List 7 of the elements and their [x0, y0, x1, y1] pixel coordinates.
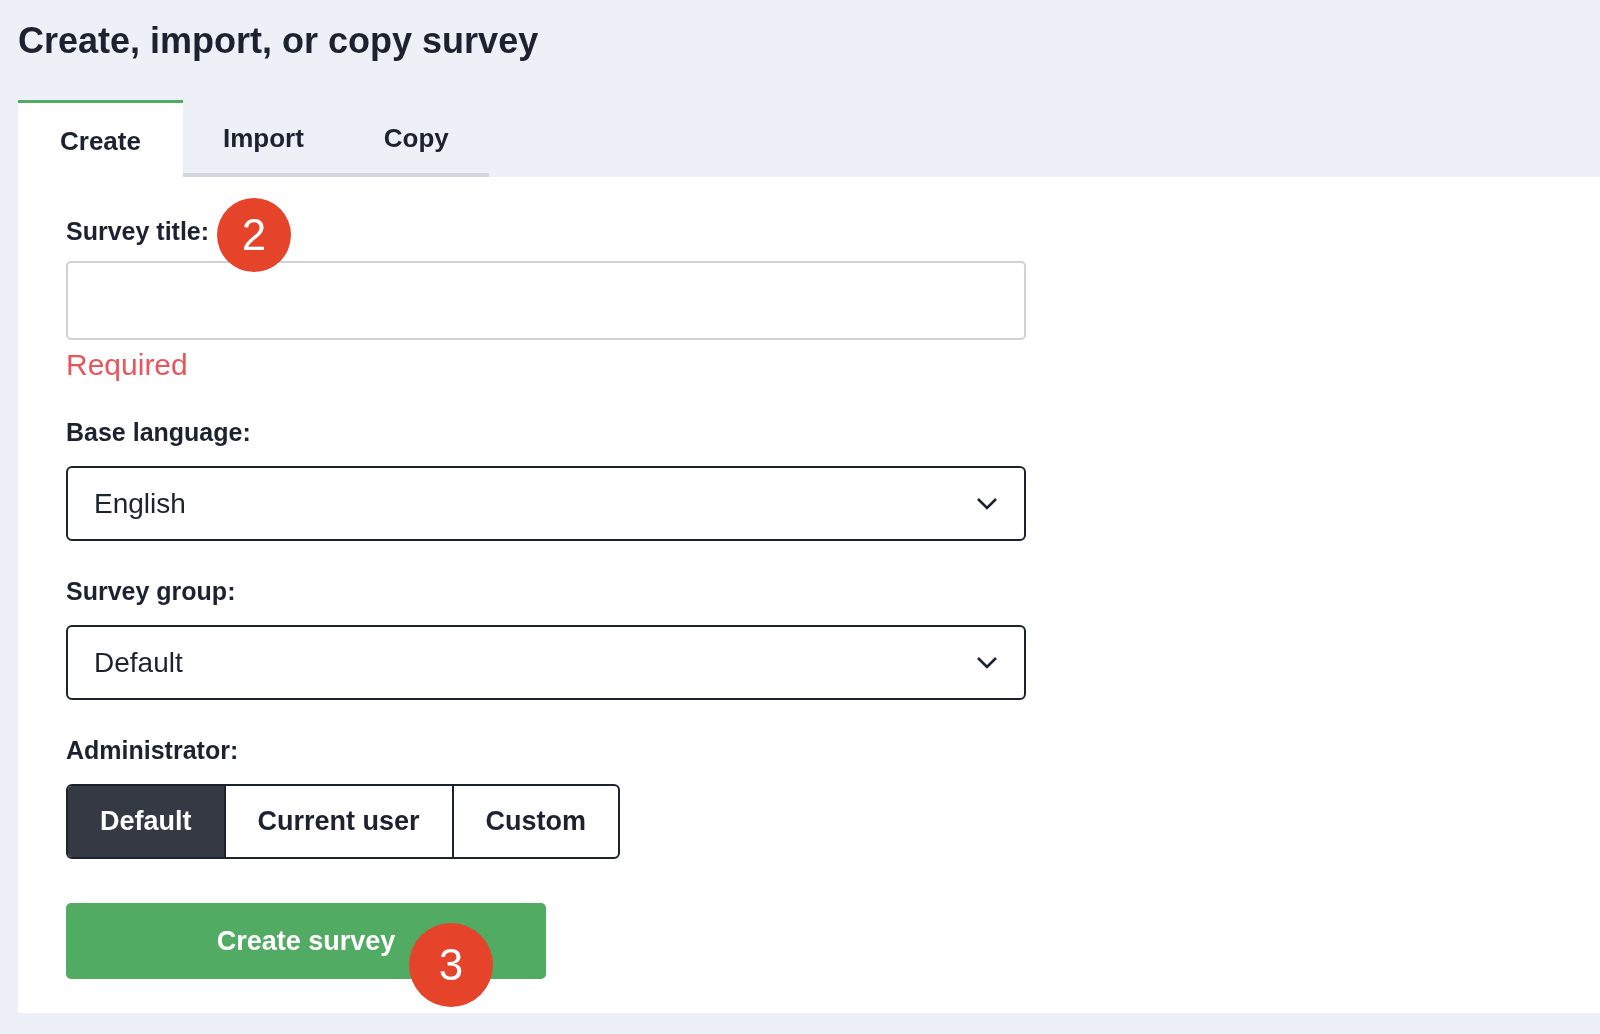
field-label: Survey group:	[66, 576, 236, 606]
step-number-tooltip: 3	[409, 923, 493, 1007]
error-message: Required	[66, 348, 189, 382]
field-label: Administrator:	[66, 735, 239, 765]
field-label: Survey title:	[66, 216, 210, 246]
field-label: Base language:	[66, 417, 251, 447]
page-title: Create, import, or copy survey	[17, 19, 540, 63]
